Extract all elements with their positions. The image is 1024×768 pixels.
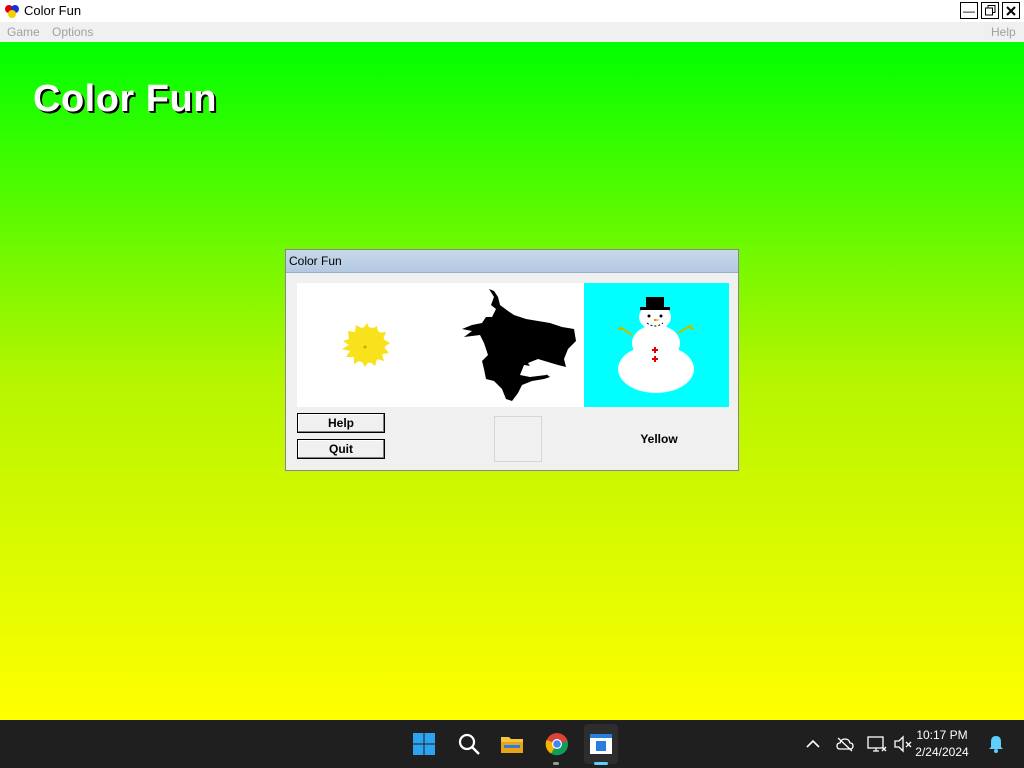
menu-game[interactable]: Game <box>7 25 40 39</box>
dialog-title: Color Fun <box>289 254 342 268</box>
picture-witch[interactable] <box>442 283 584 407</box>
windows-start-icon[interactable] <box>412 732 436 756</box>
active-indicator <box>594 762 608 765</box>
file-explorer-icon[interactable] <box>500 732 524 756</box>
snowman-icon <box>618 297 695 393</box>
dialog-title-bar: Color Fun <box>286 250 738 273</box>
clock-date[interactable]: 2/24/2024 <box>902 745 982 759</box>
game-heading: Color Fun <box>33 78 217 120</box>
network-icon[interactable] <box>867 735 887 753</box>
cloud-offline-icon[interactable] <box>836 736 854 752</box>
minimize-icon: — <box>963 3 975 18</box>
color-swatch <box>494 416 542 462</box>
restore-button[interactable] <box>981 2 999 19</box>
window-title: Color Fun <box>24 3 82 18</box>
restore-icon <box>984 5 995 16</box>
sun-icon <box>342 323 390 367</box>
menu-bar: Game Options Help <box>0 22 1024 42</box>
menu-options[interactable]: Options <box>52 25 93 39</box>
help-button[interactable]: Help <box>297 413 385 433</box>
chevron-up-icon[interactable] <box>806 738 820 750</box>
color-name-label: Yellow <box>640 432 678 446</box>
close-icon <box>1006 5 1016 16</box>
picture-sun[interactable] <box>297 283 442 407</box>
taskbar: 10:17 PM 2/24/2024 <box>0 720 1024 768</box>
window-title-bar: Color Fun — <box>0 0 1024 23</box>
app-icon <box>5 5 19 18</box>
chrome-icon[interactable] <box>545 732 569 756</box>
quit-button[interactable]: Quit <box>297 439 385 459</box>
minimize-button[interactable]: — <box>960 2 978 19</box>
close-button[interactable] <box>1002 2 1020 19</box>
picture-snowman[interactable] <box>584 283 729 407</box>
witch-silhouette-icon <box>462 289 576 401</box>
search-icon[interactable] <box>457 732 481 756</box>
running-indicator <box>553 762 559 765</box>
menu-help[interactable]: Help <box>991 25 1016 39</box>
clock-time[interactable]: 10:17 PM <box>902 728 982 742</box>
picture-strip <box>297 283 729 407</box>
notification-bell-icon[interactable] <box>988 734 1004 754</box>
color-fun-dialog: Color Fun Help Quit Yellow <box>285 249 739 471</box>
color-fun-app-icon[interactable] <box>589 732 613 756</box>
